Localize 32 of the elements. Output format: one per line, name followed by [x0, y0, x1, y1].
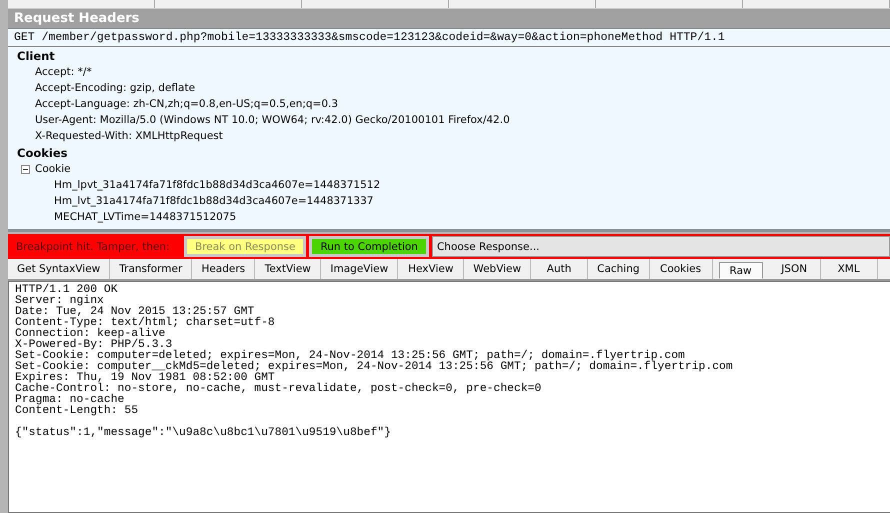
group-heading: Client [16, 48, 56, 64]
panel-title: Request Headers [8, 9, 890, 28]
header-line: User-Agent: Mozilla/5.0 (Windows NT 10.0; WOW64; rv:42.0) Gecko/20100101 Firefox/42.0 [34, 113, 511, 128]
response-header-line: Expires: Thu, 19 Nov 1981 08:52:00 GMT [15, 373, 275, 384]
response-header-line: Content-Type: text/html; charset=utf-8 [15, 318, 276, 329]
response-header-line: Server: nginx [15, 296, 105, 307]
header-line: Accept-Language: zh-CN,zh;q=0.8,en-US;q=0.5,en;q=0.3 [34, 97, 340, 112]
response-dropdown[interactable]: Choose Response... [432, 236, 890, 257]
response-header-line: X-Powered-By: PHP/5.3.3 [15, 340, 172, 351]
response-header-line: HTTP/1.1 200 OK [15, 285, 119, 296]
header-line: X-Requested-With: XMLHttpRequest [34, 129, 224, 144]
response-header-line: Content-Length: 55 [15, 406, 140, 417]
header-line: Accept: */* [34, 65, 93, 80]
breakpoint-message: Breakpoint hit. Tamper, then: [15, 240, 171, 252]
tree-item[interactable]: Cookie [35, 163, 71, 175]
cookie-value: MECHAT_LVTime=1448371512075 [53, 210, 238, 225]
action-button[interactable]: Run to Completion [309, 236, 429, 257]
header-line: Accept-Encoding: gzip, deflate [34, 81, 196, 96]
collapse-icon[interactable] [21, 164, 30, 174]
view-tab[interactable]: XML [820, 259, 878, 279]
view-tab[interactable]: Cookies [650, 259, 713, 279]
response-header-line: Connection: keep-alive [15, 329, 166, 340]
cookie-value: Hm_lpvt_31a4174fa71f8fdc1b88d34d3ca4607e=1448371512 [53, 178, 382, 193]
response-header-line: Date: Tue, 24 Nov 2015 13:25:57 GMT [15, 307, 254, 318]
response-header-line: Set-Cookie: computer__ckMd5=deleted; expires=Mon, 24-Nov-2014 13:25:56 GMT; path=/; domain=.flyertrip.com [15, 362, 734, 373]
response-header-line: Pragma: no-cache [15, 395, 125, 406]
view-tab[interactable]: Raw [718, 262, 763, 279]
cookie-value: Hm_lvt_31a4174fa71f8fdc1b88d34d3ca4607e=1448371337 [53, 194, 374, 209]
response-body: {"status":1,"message":"\u9a8c\u8bc1\u7801\u9519\u8bef"} [15, 428, 392, 439]
group-heading: Cookies [16, 145, 68, 161]
response-header-line: Set-Cookie: computer=deleted; expires=Mon, 24-Nov-2014 13:25:56 GMT; path=/; domain=.flyertrip.com [15, 351, 685, 362]
response-header-line: Cache-Control: no-store, no-cache, must-revalidate, post-check=0, pre-check=0 [15, 384, 542, 395]
